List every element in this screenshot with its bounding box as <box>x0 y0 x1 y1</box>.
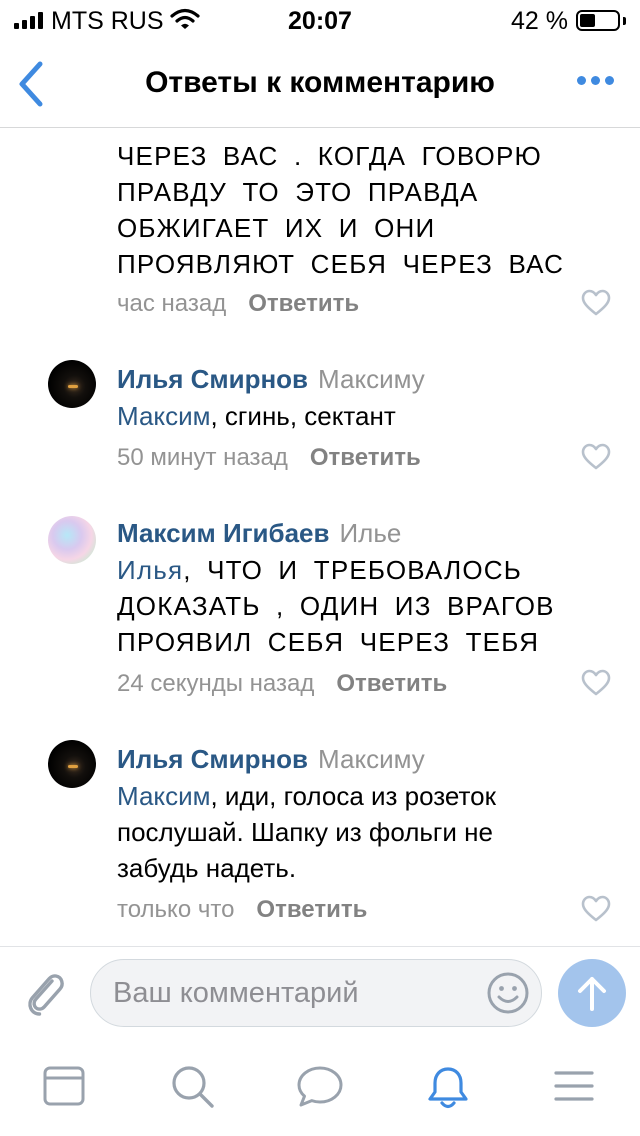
avatar[interactable] <box>48 516 96 564</box>
mention-link[interactable]: Илья <box>117 555 183 585</box>
comment-meta: 24 секунды назад Ответить <box>117 670 447 698</box>
comment-composer <box>0 946 640 1038</box>
comment-text: Илья, ЧТО И ТРЕБОВАЛОСЬ ДОКАЗАТЬ , ОДИН … <box>117 552 567 660</box>
author-name[interactable]: Максим Игибаев <box>117 518 329 548</box>
battery-level <box>580 14 595 27</box>
battery-icon <box>576 10 620 31</box>
news-icon <box>43 1066 85 1106</box>
comment-text: Максим, сгинь, сектант <box>117 398 587 434</box>
more-dot <box>591 76 600 85</box>
comment-time: 24 секунды назад <box>117 670 315 697</box>
tab-bar <box>0 1038 640 1136</box>
reply-button[interactable]: Ответить <box>336 670 447 697</box>
heart-outline-icon[interactable] <box>581 895 611 923</box>
more-button[interactable] <box>577 76 614 85</box>
tab-search[interactable] <box>170 1064 218 1112</box>
comment-header: Илья Смирнов Максиму <box>117 744 425 775</box>
mention-link[interactable]: Максим <box>117 781 210 811</box>
arrow-up-icon <box>578 977 606 1011</box>
menu-icon <box>554 1071 594 1101</box>
heart-outline-icon[interactable] <box>581 289 611 317</box>
send-button[interactable] <box>558 959 626 1027</box>
heart-outline-icon[interactable] <box>581 669 611 697</box>
author-name[interactable]: Илья Смирнов <box>117 744 308 774</box>
reply-button[interactable]: Ответить <box>248 290 359 317</box>
comment-input[interactable] <box>90 959 542 1027</box>
reply-to-name[interactable]: Илье <box>339 518 401 548</box>
avatar[interactable] <box>48 360 96 408</box>
battery-percent: 42 % <box>511 7 568 35</box>
search-icon <box>172 1066 214 1108</box>
nav-bar: Ответы к комментарию <box>0 40 640 128</box>
comment-meta: час назад Ответить <box>117 290 359 318</box>
comment-time: час назад <box>117 290 227 317</box>
comment-body: , ЧТО И ТРЕБОВАЛОСЬ ДОКАЗАТЬ , ОДИН ИЗ В… <box>117 555 555 657</box>
smile-icon[interactable] <box>486 971 530 1015</box>
comments-feed[interactable]: ЧЕРЕЗ ВАС . КОГДА ГОВОРЮ ПРАВДУ ТО ЭТО П… <box>0 128 640 946</box>
comment-body: , сгинь, сектант <box>210 401 396 431</box>
notifications-icon <box>428 1067 468 1109</box>
reply-to-name[interactable]: Максиму <box>318 744 425 774</box>
comment-header: Илья Смирнов Максиму <box>117 364 425 395</box>
reply-to-name[interactable]: Максиму <box>318 364 425 394</box>
comment-time: только что <box>117 896 235 923</box>
page-title: Ответы к комментарию <box>145 66 495 99</box>
comment-text: ЧЕРЕЗ ВАС . КОГДА ГОВОРЮ ПРАВДУ ТО ЭТО П… <box>117 141 565 279</box>
messages-icon <box>297 1066 343 1107</box>
avatar[interactable] <box>48 740 96 788</box>
comment-text: Максим, иди, голоса из розеток послушай.… <box>117 778 557 886</box>
comment-header: Максим Игибаев Илье <box>117 518 401 549</box>
paperclip-icon[interactable] <box>22 969 68 1017</box>
comment-time: 50 минут назад <box>117 444 288 471</box>
battery-tip <box>623 17 626 25</box>
tab-news[interactable] <box>42 1064 90 1112</box>
reply-button[interactable]: Ответить <box>310 444 421 471</box>
author-name[interactable]: Илья Смирнов <box>117 364 308 394</box>
more-dot <box>605 76 614 85</box>
status-bar: MTS RUS 20:07 42 % <box>0 0 640 40</box>
heart-outline-icon[interactable] <box>581 443 611 471</box>
tab-messages[interactable] <box>296 1064 344 1112</box>
tab-notifications[interactable] <box>424 1064 472 1112</box>
more-dots-icon <box>577 76 586 85</box>
reply-button[interactable]: Ответить <box>256 896 367 923</box>
tab-menu[interactable] <box>552 1064 600 1112</box>
comment-meta: только что Ответить <box>117 896 367 924</box>
mention-link[interactable]: Максим <box>117 401 210 431</box>
comment-meta: 50 минут назад Ответить <box>117 444 421 472</box>
